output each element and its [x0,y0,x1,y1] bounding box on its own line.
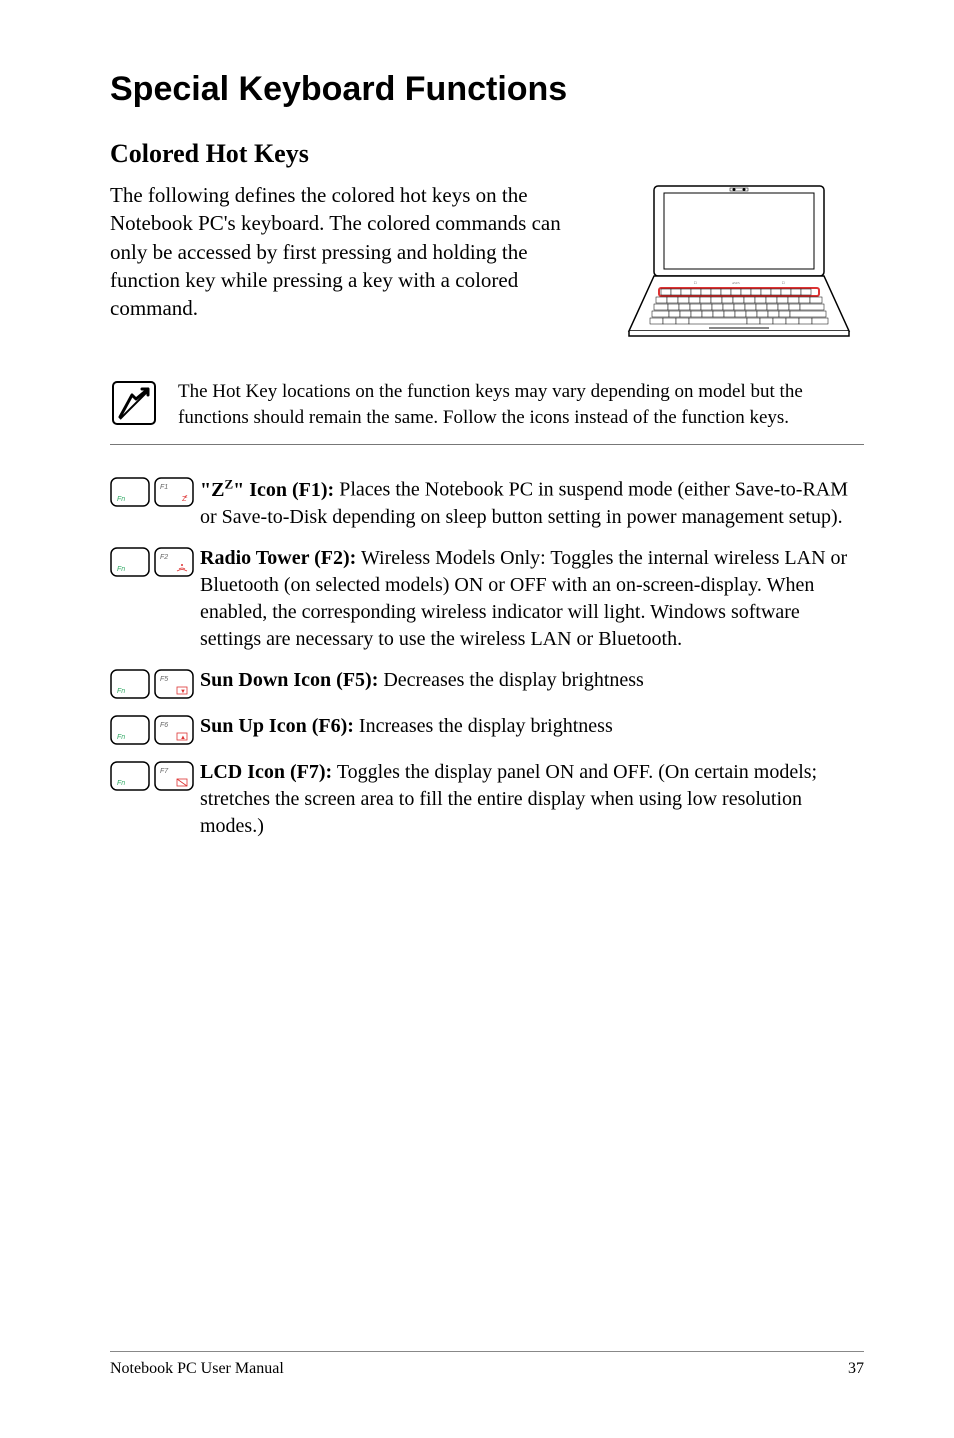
note-text: The Hot Key locations on the function ke… [178,379,864,430]
fn-key-icon: Fn [110,477,150,507]
hotkey-text: "ZZ" Icon (F1): Places the Notebook PC i… [200,475,864,531]
intro-text: The following defines the colored hot ke… [110,181,594,323]
svg-text:F2: F2 [160,554,168,561]
hotkey-title: "ZZ" Icon (F1): [200,479,334,501]
laptop-illustration: □ □ ASUS [614,181,864,341]
hotkey-key-icons: Fn F2 [110,545,194,577]
hotkey-key-icons: Fn F5 ▼ [110,667,194,699]
footer-right: 37 [848,1360,864,1378]
svg-text:F5: F5 [160,676,168,683]
svg-text:Fn: Fn [117,734,125,741]
fn-key-icon: Fn [110,669,150,699]
hotkey-text: Radio Tower (F2): Wireless Models Only: … [200,545,864,653]
svg-text:ASUS: ASUS [732,281,740,285]
svg-text:▲: ▲ [180,735,186,741]
hotkey-row: Fn F1Zz "ZZ" Icon (F1): Places the Noteb… [110,475,864,531]
hotkey-title: Radio Tower (F2): [200,547,356,569]
note-block: The Hot Key locations on the function ke… [110,371,864,445]
svg-text:▼: ▼ [180,689,186,695]
fn-key-icon: Fn [110,715,150,745]
hotkey-key-icons: Fn F6 ▲ [110,713,194,745]
hotkey-title: Sun Down Icon (F5): [200,669,378,691]
f-key-icon: F6 ▲ [154,715,194,745]
footer-left: Notebook PC User Manual [110,1360,284,1378]
svg-text:F7: F7 [160,768,169,775]
svg-text:F6: F6 [160,722,168,729]
section-title: Colored Hot Keys [110,139,864,169]
svg-text:Fn: Fn [117,688,125,695]
f-key-icon: F7 [154,761,194,791]
f-key-icon: F2 [154,547,194,577]
page-footer: Notebook PC User Manual 37 [110,1351,864,1378]
hotkey-row: Fn F5 ▼ Sun Down Icon (F5): Decreases the… [110,667,864,699]
hotkey-row: Fn F6 ▲ Sun Up Icon (F6): Increases the d… [110,713,864,745]
hotkey-row: Fn F2 Radio Tower (F2): Wireless Models … [110,545,864,653]
intro-row: The following defines the colored hot ke… [110,181,864,341]
svg-text:Fn: Fn [117,566,125,573]
hotkey-row: Fn F7 LCD Icon (F7): Toggles the display… [110,759,864,840]
fn-key-icon: Fn [110,547,150,577]
hotkey-text: LCD Icon (F7): Toggles the display panel… [200,759,864,840]
f-key-icon: F1Zz [154,477,194,507]
hotkey-title: Sun Up Icon (F6): [200,715,354,737]
hotkey-text: Sun Down Icon (F5): Decreases the displa… [200,667,864,694]
hotkey-desc: Increases the display brightness [354,715,613,737]
hotkeys-list: Fn F1Zz "ZZ" Icon (F1): Places the Noteb… [110,475,864,840]
svg-text:Fn: Fn [117,496,125,503]
hotkey-key-icons: Fn F1Zz [110,475,194,507]
svg-text:F1: F1 [160,484,168,491]
svg-text:Fn: Fn [117,780,125,787]
hotkey-title: LCD Icon (F7): [200,761,332,783]
hotkey-desc: Decreases the display brightness [378,669,643,691]
page-title: Special Keyboard Functions [110,70,864,109]
fn-key-icon: Fn [110,761,150,791]
f-key-icon: F5 ▼ [154,669,194,699]
note-icon [110,379,158,427]
hotkey-text: Sun Up Icon (F6): Increases the display … [200,713,864,740]
hotkey-key-icons: Fn F7 [110,759,194,791]
